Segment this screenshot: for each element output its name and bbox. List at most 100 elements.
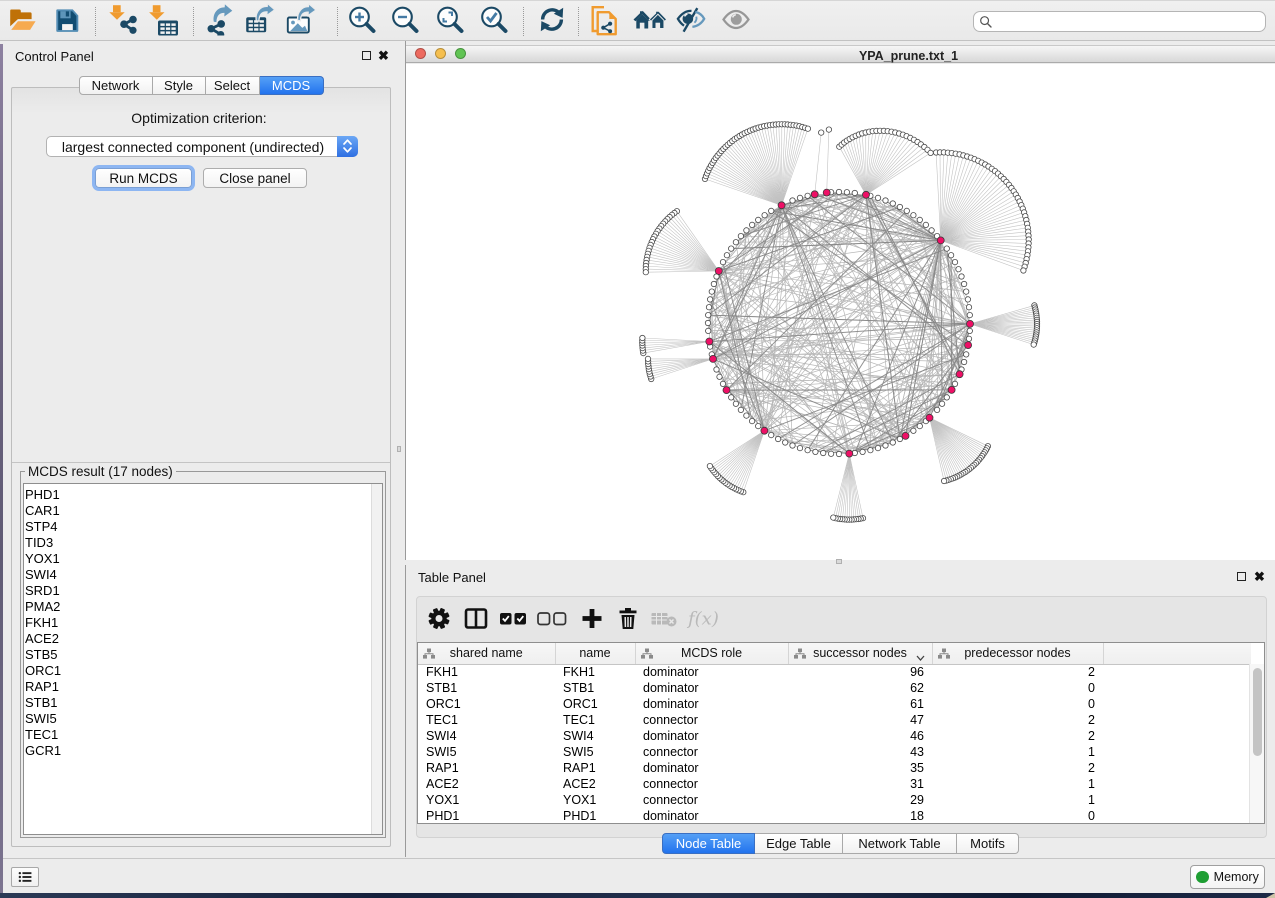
export-network-icon[interactable] [203,3,236,38]
table-row[interactable]: ACE2ACE2connector311 [418,776,1251,792]
import-network-icon[interactable] [107,3,139,38]
scrollbar-thumb[interactable] [1253,668,1262,756]
zoom-selected-icon[interactable] [479,4,509,37]
close-panel-button[interactable]: Close panel [203,168,307,188]
zoom-in-icon[interactable] [347,4,377,37]
cell-name[interactable]: RAP1 [555,760,635,776]
refresh-icon[interactable] [537,4,567,37]
tab-select[interactable]: Select [206,76,260,95]
cell-name[interactable]: STB1 [555,680,635,696]
column-header-shared-name[interactable]: shared name [418,643,555,664]
tab-mcds[interactable]: MCDS [260,76,324,95]
cell-shared-name[interactable]: ORC1 [418,696,555,712]
cell-mcds-role[interactable]: connector [635,792,788,808]
column-header-predecessor-nodes[interactable]: predecessor nodes [932,643,1103,664]
cell-shared-name[interactable]: STB1 [418,680,555,696]
cell-name[interactable]: ORC1 [555,696,635,712]
mcds-result-item[interactable]: PHD1 [25,487,382,503]
table-row[interactable]: YOX1YOX1connector291 [418,792,1251,808]
export-table-icon[interactable] [243,3,277,38]
mcds-result-item[interactable]: STP4 [25,519,382,535]
cell-name[interactable]: TEC1 [555,712,635,728]
task-history-button[interactable] [11,867,39,887]
network-canvas[interactable] [406,64,1275,560]
cell-mcds-role[interactable]: dominator [635,808,788,824]
import-table-icon[interactable] [146,3,180,39]
cell-predecessor-nodes[interactable]: 0 [932,696,1103,712]
mcds-result-item[interactable]: STB5 [25,647,382,663]
mcds-result-item[interactable]: CAR1 [25,503,382,519]
run-mcds-button[interactable]: Run MCDS [95,168,192,188]
cell-mcds-role[interactable]: dominator [635,728,788,744]
table-row[interactable]: FKH1FKH1dominator962 [418,664,1251,680]
open-folder-icon[interactable] [8,6,38,36]
cell-successor-nodes[interactable]: 31 [788,776,932,792]
cell-mcds-role[interactable]: connector [635,712,788,728]
checked-boxes-icon[interactable] [499,611,527,630]
hide-eye-icon[interactable] [676,4,706,37]
cell-shared-name[interactable]: TEC1 [418,712,555,728]
mcds-result-item[interactable]: STB1 [25,695,382,711]
eye-icon[interactable] [722,8,750,33]
cell-predecessor-nodes[interactable]: 1 [932,776,1103,792]
cell-successor-nodes[interactable]: 96 [788,664,932,680]
cell-mcds-role[interactable]: connector [635,776,788,792]
cell-predecessor-nodes[interactable]: 2 [932,712,1103,728]
cell-shared-name[interactable]: FKH1 [418,664,555,680]
table-row[interactable]: ORC1ORC1dominator610 [418,696,1251,712]
mcds-result-item[interactable]: SWI5 [25,711,382,727]
column-header-name[interactable]: name [555,643,635,664]
close-panel-icon[interactable]: ✖ [1254,570,1265,583]
splitter-grip-icon[interactable] [836,559,842,564]
unchecked-boxes-icon[interactable] [537,611,567,630]
cell-name[interactable]: YOX1 [555,792,635,808]
tab-network[interactable]: Network [79,76,153,95]
cell-successor-nodes[interactable]: 46 [788,728,932,744]
zoom-fit-icon[interactable] [435,4,465,37]
table-row[interactable]: STB1STB1dominator620 [418,680,1251,696]
cell-shared-name[interactable]: ACE2 [418,776,555,792]
mcds-result-item[interactable]: RAP1 [25,679,382,695]
tab-style[interactable]: Style [153,76,206,95]
cell-predecessor-nodes[interactable]: 2 [932,728,1103,744]
cell-successor-nodes[interactable]: 61 [788,696,932,712]
mcds-result-item[interactable]: TID3 [25,535,382,551]
splitter-grip-icon[interactable] [397,446,401,452]
close-panel-icon[interactable]: ✖ [378,49,389,62]
cell-name[interactable]: SWI5 [555,744,635,760]
cell-mcds-role[interactable]: dominator [635,696,788,712]
cell-predecessor-nodes[interactable]: 0 [932,680,1103,696]
cell-successor-nodes[interactable]: 29 [788,792,932,808]
mcds-result-item[interactable]: GCR1 [25,743,382,759]
search-input[interactable] [993,15,1265,29]
tab-network-table[interactable]: Network Table [843,833,957,854]
mcds-result-item[interactable]: ACE2 [25,631,382,647]
float-panel-icon[interactable] [362,51,371,60]
cell-shared-name[interactable]: YOX1 [418,792,555,808]
export-image-icon[interactable] [284,3,318,38]
mcds-result-item[interactable]: ORC1 [25,663,382,679]
tab-motifs[interactable]: Motifs [957,833,1019,854]
cell-predecessor-nodes[interactable]: 1 [932,744,1103,760]
cell-shared-name[interactable]: SWI4 [418,728,555,744]
mcds-result-item[interactable]: YOX1 [25,551,382,567]
vertical-splitter[interactable] [395,41,405,857]
add-icon[interactable] [581,608,603,633]
table-row[interactable]: PHD1PHD1dominator180 [418,808,1251,824]
gear-icon[interactable] [428,608,450,633]
table-row[interactable]: RAP1RAP1dominator352 [418,760,1251,776]
mcds-result-item[interactable]: PMA2 [25,599,382,615]
column-header-MCDS-role[interactable]: MCDS role [635,643,788,664]
float-panel-icon[interactable] [1237,572,1246,581]
list-scrollbar[interactable] [371,484,382,834]
column-header-successor-nodes[interactable]: successor nodes [788,643,932,664]
tab-node-table[interactable]: Node Table [662,833,755,854]
cell-mcds-role[interactable]: dominator [635,760,788,776]
cell-predecessor-nodes[interactable]: 0 [932,808,1103,824]
cell-successor-nodes[interactable]: 18 [788,808,932,824]
cell-predecessor-nodes[interactable]: 2 [932,664,1103,680]
cell-name[interactable]: FKH1 [555,664,635,680]
table-row[interactable]: SWI4SWI4dominator462 [418,728,1251,744]
cell-successor-nodes[interactable]: 35 [788,760,932,776]
mcds-result-item[interactable]: SWI4 [25,567,382,583]
